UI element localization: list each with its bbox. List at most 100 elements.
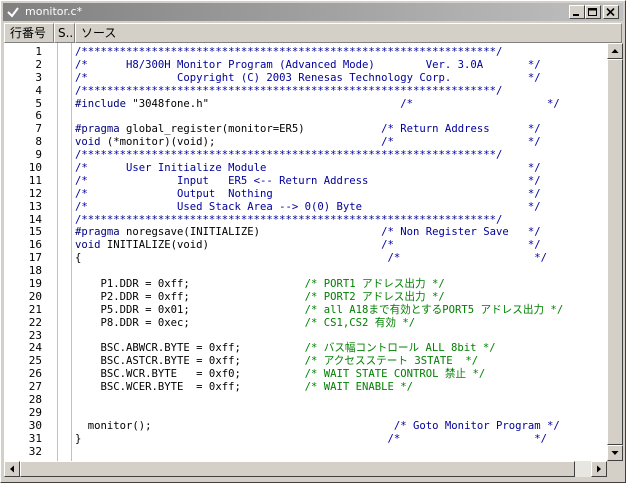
line-number: 3: [35, 70, 42, 84]
source-line[interactable]: 21 P5.DDR = 0x01; /* all A18まで有効とするPORT5…: [4, 303, 607, 317]
editor-window: monitor.c* 行番号 S.. ソース 1 /***************…: [0, 0, 626, 483]
code-token: /***************************************…: [75, 84, 503, 97]
code-token: {: [75, 252, 388, 265]
line-code: P8.DDR = 0xec; /* CS1,CS2 有効 */: [75, 316, 416, 330]
source-line[interactable]: 11 /* Input ER5 <-- Return Address */: [4, 174, 607, 188]
code-token: /* Input ER5 <-- Return Address */: [75, 174, 541, 187]
code-token: void: [75, 136, 101, 149]
line-number: 22: [28, 315, 42, 329]
scroll-left-button[interactable]: [4, 461, 20, 477]
code-token: /* PORT2 アドレス出力 */: [304, 290, 445, 303]
line-code: P2.DDR = 0xff; /* PORT2 アドレス出力 */: [75, 291, 445, 304]
code-token: /* Used Stack Area --> 0(0) Byte */: [75, 200, 541, 213]
line-code: void INITIALIZE(void) /* */: [75, 239, 541, 252]
code-token: /* Return Address */: [381, 123, 541, 136]
line-code: /* Output Nothing */: [75, 188, 541, 201]
source-line[interactable]: 13 /* Used Stack Area --> 0(0) Byte */: [4, 199, 607, 214]
source-line[interactable]: 20 P2.DDR = 0xff; /* PORT2 アドレス出力 */: [4, 290, 607, 304]
code-token: BSC.ASTCR.BYTE = 0xff;: [75, 355, 305, 368]
code-token: /* User Initialize Module */: [75, 162, 541, 175]
line-code: { /* */: [75, 252, 547, 265]
column-header-line-number[interactable]: 行番号: [4, 23, 54, 43]
source-line[interactable]: 31} /* */: [4, 431, 607, 446]
scroll-right-button[interactable]: [591, 461, 607, 477]
title-bar[interactable]: monitor.c*: [3, 3, 623, 21]
line-number: 12: [28, 186, 42, 200]
code-token: /* Output Nothing */: [75, 187, 541, 200]
line-code: #pragma noregsave(INITIALIZE) /* Non Reg…: [75, 226, 541, 239]
source-line[interactable]: 8 void (*monitor)(void); /* */: [4, 135, 607, 149]
source-line[interactable]: 23: [4, 329, 607, 343]
line-code: #pragma global_register(monitor=ER5) /* …: [75, 123, 541, 136]
line-number: 2: [35, 57, 42, 71]
scroll-down-button[interactable]: [607, 445, 623, 461]
source-line[interactable]: 10 /* User Initialize Module */: [4, 161, 607, 175]
code-token: /* */: [387, 432, 547, 445]
code-token: /* CS1,CS2 有効 */: [304, 316, 416, 329]
source-line[interactable]: 22 P8.DDR = 0xec; /* CS1,CS2 有効 */: [4, 315, 607, 330]
source-line[interactable]: 19 P1.DDR = 0xff; /* PORT1 アドレス出力 */: [4, 277, 607, 291]
code-token: /* Copyright (C) 2003 Renesas Technology…: [75, 71, 541, 84]
source-line[interactable]: 24 BSC.ABWCR.BYTE = 0xff; /* バス幅コントロール A…: [4, 342, 607, 355]
line-number: 19: [28, 277, 42, 291]
source-line[interactable]: 14/*************************************…: [4, 213, 607, 227]
source-line[interactable]: 3 /* Copyright (C) 2003 Renesas Technolog…: [4, 70, 607, 85]
close-button[interactable]: [603, 5, 619, 19]
source-line[interactable]: 5 #include "3048fone.h" /* */: [4, 97, 607, 111]
source-line[interactable]: 28: [4, 393, 607, 407]
line-number: 31: [28, 431, 42, 445]
horizontal-scrollbar[interactable]: [4, 461, 607, 477]
scroll-up-button[interactable]: [607, 43, 623, 59]
code-token: /* アクセスステート 3STATE */: [304, 355, 479, 368]
size-grip[interactable]: [607, 461, 623, 477]
vertical-scroll-thumb[interactable]: [607, 59, 623, 445]
line-number: 4: [35, 83, 42, 97]
column-header-status[interactable]: S..: [54, 23, 75, 43]
vertical-scrollbar[interactable]: [607, 43, 623, 461]
code-token: /* */: [381, 136, 541, 149]
line-code: BSC.WCER.BYTE = 0xff; /* WAIT ENABLE */: [75, 381, 414, 394]
source-line[interactable]: 32: [4, 444, 607, 459]
source-line[interactable]: 4 /**************************************…: [4, 83, 607, 98]
source-line[interactable]: 7 #pragma global_register(monitor=ER5) /*…: [4, 122, 607, 136]
line-number: 32: [28, 444, 42, 458]
code-token: P1.DDR = 0xff;: [75, 278, 305, 291]
code-token: /***************************************…: [75, 213, 503, 226]
horizontal-scroll-thumb[interactable]: [20, 461, 575, 477]
source-line[interactable]: 9/**************************************…: [4, 148, 607, 162]
source-line[interactable]: 16 void INITIALIZE(void) /* */: [4, 238, 607, 252]
line-code: /***************************************…: [75, 149, 502, 162]
source-line[interactable]: 17{ /* */: [4, 251, 607, 265]
window-title: monitor.c*: [25, 5, 83, 18]
code-token: #include: [75, 97, 127, 110]
code-token: /* H8/300H Monitor Program (Advanced Mod…: [75, 58, 541, 71]
source-line[interactable]: 27 BSC.WCER.BYTE = 0xff; /* WAIT ENABLE …: [4, 380, 607, 394]
column-header: 行番号 S.. ソース: [4, 23, 622, 43]
code-token: /* バス幅コントロール ALL 8bit */: [304, 342, 496, 355]
source-line[interactable]: 1 /**************************************…: [4, 45, 607, 59]
source-line[interactable]: 12 /* Output Nothing */: [4, 186, 607, 201]
line-code: P1.DDR = 0xff; /* PORT1 アドレス出力 */: [75, 278, 445, 291]
code-token: /* */: [400, 97, 560, 110]
column-header-source[interactable]: ソース: [75, 23, 622, 43]
line-code: /* Used Stack Area --> 0(0) Byte */: [75, 201, 541, 214]
arrow-right-icon: [597, 465, 601, 473]
line-code: /***************************************…: [75, 85, 502, 98]
source-line[interactable]: 26 BSC.WCR.BYTE = 0xf0; /* WAIT STATE CO…: [4, 367, 607, 381]
source-line[interactable]: 2 /* H8/300H Monitor Program (Advanced Mo…: [4, 57, 607, 72]
source-line[interactable]: 25 BSC.ASTCR.BYTE = 0xff; /* アクセスステート 3S…: [4, 354, 607, 368]
minimize-button[interactable]: [569, 5, 585, 19]
maximize-button[interactable]: [585, 5, 601, 19]
source-line[interactable]: 6: [4, 110, 607, 123]
source-line[interactable]: 18: [4, 264, 607, 278]
line-number: 13: [28, 199, 42, 213]
source-line[interactable]: 30 monitor(); /* Goto Monitor Program */: [4, 419, 607, 433]
code-token: /* all A18まで有効とするPORT5 アドレス出力 */: [304, 303, 564, 316]
source-line[interactable]: 15 #pragma noregsave(INITIALIZE) /* Non R…: [4, 226, 607, 239]
source-editor[interactable]: 1 /**************************************…: [4, 43, 607, 461]
code-token: /* */: [387, 252, 547, 265]
code-token: BSC.ABWCR.BYTE = 0xff;: [75, 342, 305, 355]
source-line[interactable]: 29: [4, 406, 607, 420]
code-token: BSC.WCR.BYTE = 0xf0;: [75, 368, 305, 381]
code-token: monitor();: [75, 419, 394, 432]
